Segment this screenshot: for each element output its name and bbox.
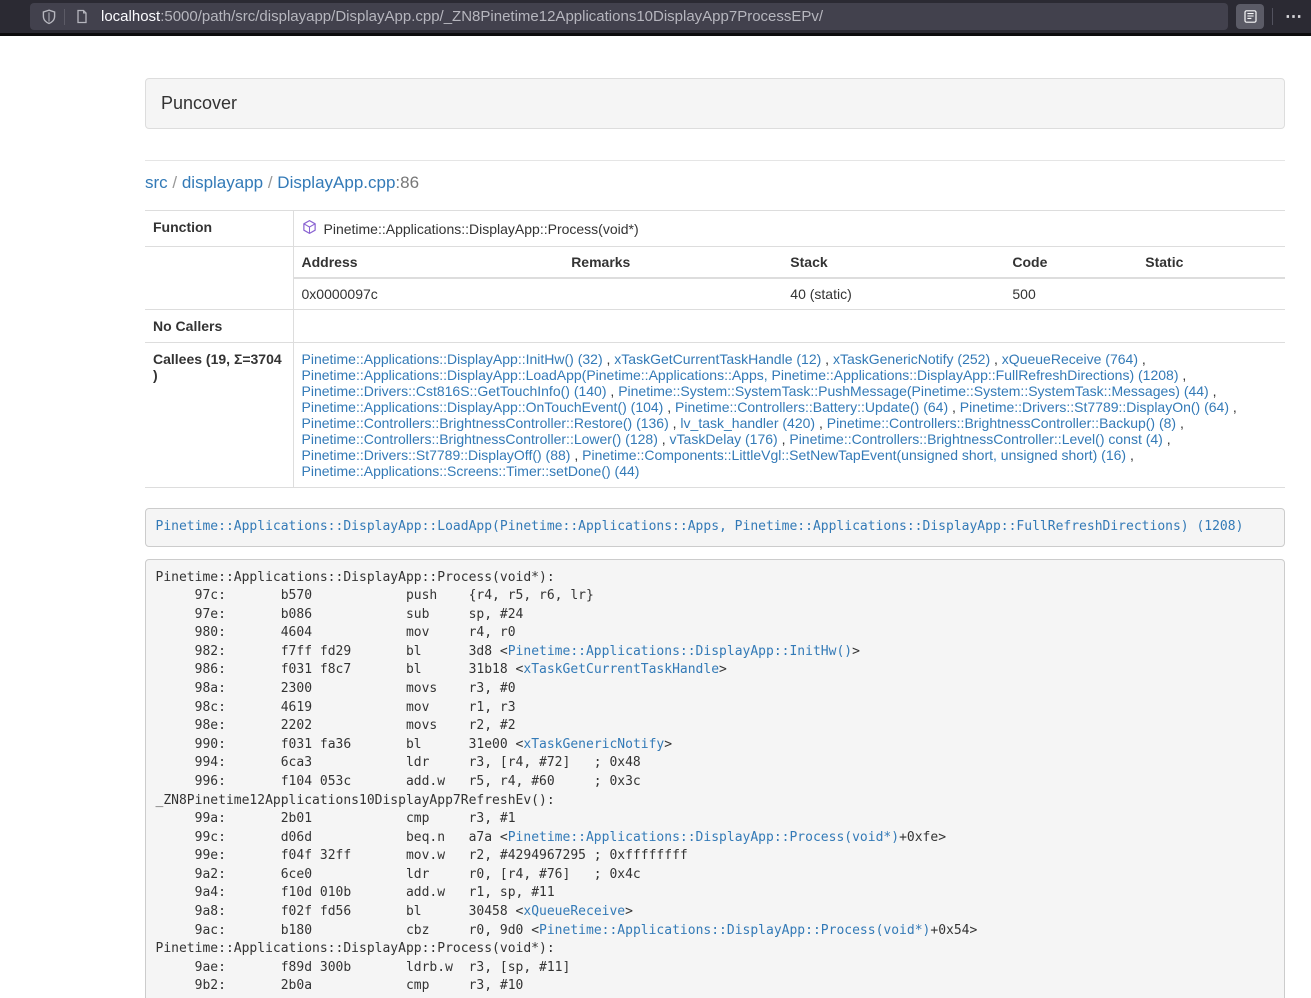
callee-separator: , <box>1209 383 1217 399</box>
value-address: 0x0000097c <box>294 278 564 309</box>
menu-icon[interactable]: ⋯ <box>1285 0 1303 33</box>
breadcrumb-separator: / <box>263 173 277 192</box>
detail-value-row: 0x0000097c 40 (static) 500 <box>294 278 1286 309</box>
callee-separator: , <box>1138 351 1146 367</box>
callee-separator: , <box>658 431 670 447</box>
callee-link[interactable]: Pinetime::Drivers::St7789::DisplayOn() (… <box>960 399 1229 415</box>
callee-separator: , <box>1176 415 1184 431</box>
toolbar-separator <box>1272 8 1273 25</box>
callee-separator: , <box>1178 367 1186 383</box>
callee-separator: , <box>663 399 675 415</box>
callee-link[interactable]: xTaskGetCurrentTaskHandle (12) <box>614 351 821 367</box>
browser-toolbar: localhost:5000/path/src/displayapp/Displ… <box>0 0 1311 33</box>
callees-list: Pinetime::Applications::DisplayApp::Init… <box>293 343 1285 488</box>
callee-separator: , <box>815 415 827 431</box>
shield-icon[interactable] <box>38 6 60 28</box>
callee-link[interactable]: Pinetime::Controllers::Battery::Update()… <box>675 399 948 415</box>
callee-separator: , <box>603 351 615 367</box>
value-code: 500 <box>1004 278 1137 309</box>
callee-separator: , <box>1229 399 1237 415</box>
col-remarks: Remarks <box>563 247 782 278</box>
callee-link[interactable]: vTaskDelay (176) <box>670 431 778 447</box>
puncover-panel: Puncover <box>145 78 1285 129</box>
url-host: localhost <box>101 8 160 25</box>
no-callers-label: No Callers <box>145 310 293 343</box>
callee-link[interactable]: Pinetime::Controllers::BrightnessControl… <box>827 415 1176 431</box>
callee-link[interactable]: Pinetime::Components::LittleVgl::SetNewT… <box>582 447 1126 463</box>
code-header-link[interactable]: Pinetime::Applications::DisplayApp::Load… <box>156 519 1244 534</box>
callee-separator: , <box>990 351 1002 367</box>
callee-link[interactable]: lv_task_handler (420) <box>680 415 815 431</box>
callee-separator: , <box>570 447 582 463</box>
breadcrumb-line-number: :86 <box>395 173 419 192</box>
page-title: Puncover <box>146 79 1284 128</box>
callee-separator: , <box>1163 431 1171 447</box>
value-remarks <box>563 278 782 309</box>
page-container: Puncover src / displayapp / DisplayApp.c… <box>145 78 1285 998</box>
code-header-block: Pinetime::Applications::DisplayApp::Load… <box>145 508 1285 547</box>
asm-symbol-link[interactable]: Pinetime::Applications::DisplayApp::Proc… <box>508 830 899 845</box>
callee-link[interactable]: Pinetime::Controllers::BrightnessControl… <box>302 431 658 447</box>
callee-link[interactable]: Pinetime::Controllers::BrightnessControl… <box>302 415 669 431</box>
chrome-bottom-strip <box>0 33 1311 36</box>
callee-separator: , <box>821 351 833 367</box>
breadcrumb: src / displayapp / DisplayApp.cpp:86 <box>145 173 1285 193</box>
callee-link[interactable]: xTaskGenericNotify (252) <box>833 351 990 367</box>
value-static <box>1137 278 1285 309</box>
function-detail-table: Address Remarks Stack Code Static 0x0000… <box>294 247 1286 309</box>
function-row-label: Function <box>145 211 293 247</box>
callee-link[interactable]: Pinetime::Applications::DisplayApp::Init… <box>302 351 603 367</box>
no-callers-row: No Callers <box>145 310 1285 343</box>
callee-separator: , <box>778 431 790 447</box>
col-address: Address <box>294 247 564 278</box>
col-static: Static <box>1137 247 1285 278</box>
breadcrumb-link[interactable]: src <box>145 173 168 192</box>
breadcrumb-link[interactable]: DisplayApp.cpp <box>277 173 395 192</box>
callee-link[interactable]: Pinetime::Drivers::Cst816S::GetTouchInfo… <box>302 383 607 399</box>
asm-symbol-link[interactable]: Pinetime::Applications::DisplayApp::Proc… <box>539 923 930 938</box>
url-bar[interactable]: localhost:5000/path/src/displayapp/Displ… <box>30 3 1228 30</box>
reader-mode-button[interactable] <box>1236 4 1264 29</box>
callee-link[interactable]: Pinetime::Controllers::BrightnessControl… <box>789 431 1162 447</box>
callee-link[interactable]: Pinetime::Applications::DisplayApp::OnTo… <box>302 399 664 415</box>
symbol-cube-icon <box>302 219 317 238</box>
asm-symbol-link[interactable]: Pinetime::Applications::DisplayApp::Init… <box>508 644 852 659</box>
function-table: Function Pinetime::Applications::Display… <box>145 210 1285 488</box>
function-detail-row: Address Remarks Stack Code Static 0x0000… <box>145 247 1285 310</box>
callee-separator: , <box>607 383 619 399</box>
callee-link[interactable]: Pinetime::Applications::DisplayApp::Load… <box>302 367 1179 383</box>
callee-separator: , <box>669 415 681 431</box>
urlbar-separator <box>64 9 65 25</box>
callee-separator: , <box>948 399 960 415</box>
callee-link[interactable]: xQueueReceive (764) <box>1002 351 1138 367</box>
asm-symbol-link[interactable]: xTaskGenericNotify <box>523 737 664 752</box>
asm-symbol-link[interactable]: xTaskGetCurrentTaskHandle <box>523 662 719 677</box>
detail-header-row: Address Remarks Stack Code Static <box>294 247 1286 278</box>
url-text: localhost:5000/path/src/displayapp/Displ… <box>101 8 823 25</box>
col-code: Code <box>1004 247 1137 278</box>
callee-link[interactable]: Pinetime::Applications::Screens::Timer::… <box>302 463 640 479</box>
divider <box>145 160 1285 161</box>
url-path: :5000/path/src/displayapp/DisplayApp.cpp… <box>160 8 823 25</box>
function-row: Function Pinetime::Applications::Display… <box>145 211 1285 247</box>
callees-row: Callees (19, Σ=3704 ) Pinetime::Applicat… <box>145 343 1285 488</box>
assembly-listing: Pinetime::Applications::DisplayApp::Proc… <box>145 559 1285 998</box>
function-name: Pinetime::Applications::DisplayApp::Proc… <box>324 221 639 237</box>
callees-label: Callees (19, Σ=3704 ) <box>145 343 293 488</box>
col-stack: Stack <box>782 247 1004 278</box>
asm-symbol-link[interactable]: xQueueReceive <box>523 904 625 919</box>
callee-link[interactable]: Pinetime::Drivers::St7789::DisplayOff() … <box>302 447 571 463</box>
value-stack: 40 (static) <box>782 278 1004 309</box>
page-icon <box>71 6 93 28</box>
breadcrumb-link[interactable]: displayapp <box>182 173 263 192</box>
callee-link[interactable]: Pinetime::System::SystemTask::PushMessag… <box>618 383 1209 399</box>
breadcrumb-separator: / <box>168 173 182 192</box>
callee-separator: , <box>1126 447 1134 463</box>
